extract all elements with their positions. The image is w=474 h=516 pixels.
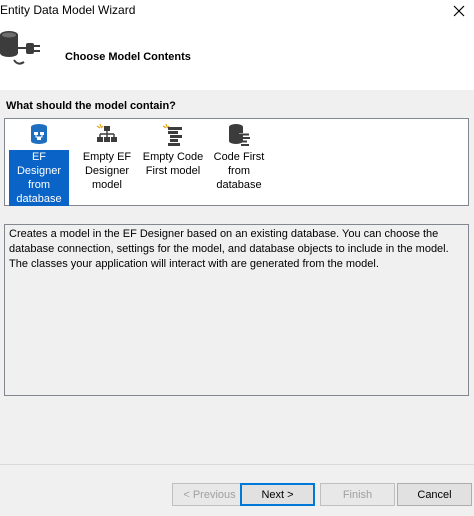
footer-divider: [0, 464, 474, 465]
option-empty-ef-designer-model[interactable]: Empty EF Designer model: [77, 121, 137, 203]
cancel-button[interactable]: Cancel: [397, 483, 472, 506]
database-plug-icon: [0, 31, 40, 65]
option-label-line3: database: [216, 179, 262, 191]
option-label-line2: from: [9, 178, 69, 192]
option-label-line3: model: [92, 179, 122, 191]
title-bar: Entity Data Model Wizard: [0, 0, 474, 22]
option-label-line3: database: [9, 192, 69, 206]
model-contents-list[interactable]: EF Designer from database Empty EF Desig…: [4, 118, 469, 206]
question-label: What should the model contain?: [6, 100, 176, 112]
option-ef-designer-from-database[interactable]: EF Designer from database: [9, 121, 69, 206]
next-button[interactable]: Next >: [240, 483, 315, 506]
empty-designer-icon: [96, 123, 117, 142]
close-button[interactable]: [444, 0, 474, 22]
page-title: Choose Model Contents: [65, 51, 191, 63]
database-diagram-icon: [31, 124, 47, 144]
option-label-line1: EF Designer: [9, 150, 69, 178]
close-icon: [453, 5, 465, 17]
wizard-header: Choose Model Contents: [0, 22, 474, 90]
wizard-content: What should the model contain? EF Design…: [0, 90, 474, 516]
option-label-line2: First model: [145, 165, 201, 177]
code-first-database-icon: [229, 124, 250, 146]
description-box: Creates a model in the EF Designer based…: [4, 224, 469, 396]
window-title: Entity Data Model Wizard: [0, 3, 136, 17]
option-code-first-from-database[interactable]: Code First from database: [208, 121, 270, 203]
finish-button[interactable]: Finish: [320, 483, 395, 506]
option-empty-code-first-model[interactable]: Empty Code First model: [141, 121, 205, 203]
option-label-line1: Empty Code: [142, 151, 204, 163]
option-label-line2: Designer: [84, 165, 130, 177]
previous-button[interactable]: < Previous: [172, 483, 247, 506]
option-label-line2: from: [228, 165, 250, 177]
option-label-line1: Empty EF: [82, 151, 132, 163]
empty-code-first-icon: [162, 123, 182, 146]
option-label-line1: Code First: [213, 151, 265, 163]
